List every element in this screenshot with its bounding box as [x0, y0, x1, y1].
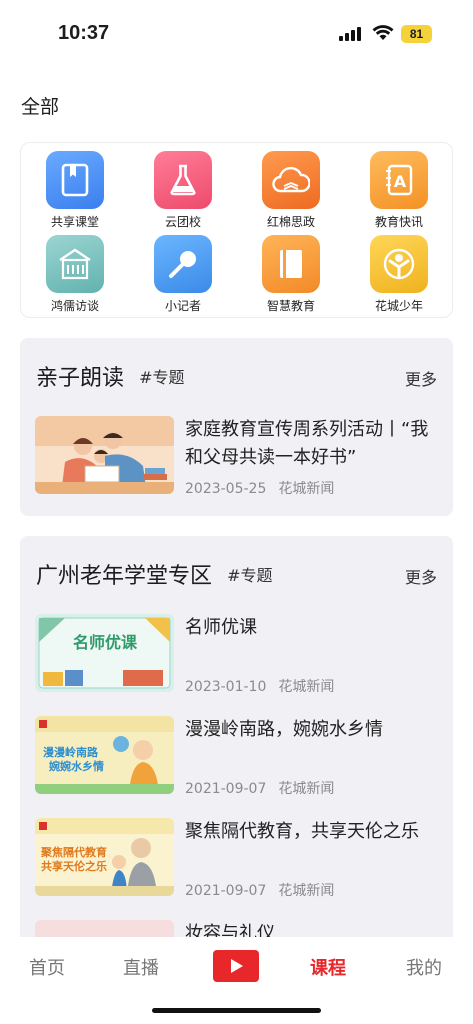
- topic-tag: #专题: [139, 368, 185, 387]
- article-thumbnail: 漫漫岭南路 婉婉水乡情: [35, 716, 174, 794]
- wifi-icon: [372, 25, 394, 40]
- news-icon: A: [370, 151, 428, 209]
- list-item[interactable]: 漫漫岭南路 婉婉水乡情 漫漫岭南路，婉婉水乡情 2021-09-07 花城新闻: [35, 716, 440, 798]
- grid-item-label: 鸿儒访谈: [50, 299, 99, 313]
- article-source: 花城新闻: [278, 481, 335, 497]
- article-date: 2023-01-10: [185, 679, 267, 695]
- article-title: 家庭教育宣传周系列活动丨“我和父母共读一本好书”: [185, 419, 429, 468]
- article-meta: 2021-09-07 花城新闻: [185, 778, 334, 798]
- article-source: 花城新闻: [278, 679, 335, 695]
- flask-icon: [154, 151, 212, 209]
- card-header: 广州老年学堂专区 #专题 更多: [36, 558, 437, 592]
- tab-course[interactable]: 课程: [310, 954, 346, 980]
- list-item[interactable]: 家庭教育宣传周系列活动丨“我和父母共读一本好书” 2023-05-25 花城新闻: [35, 416, 440, 498]
- article-source: 花城新闻: [278, 883, 335, 899]
- article-date: 2021-09-07: [185, 781, 267, 797]
- grid-item-label: 云团校: [164, 215, 201, 229]
- thumbnail-text: 聚焦隔代教育: [40, 845, 107, 859]
- topic-card-parent-child-reading: 亲子朗读 #专题 更多 家庭教育宣传周系列活动丨“我和父母共读一本好书” 202…: [20, 338, 453, 516]
- tab-live[interactable]: 直播: [123, 954, 159, 980]
- grid-item-label: 教育快讯: [374, 215, 423, 229]
- video-play-button[interactable]: [213, 950, 259, 982]
- child-icon: [370, 235, 428, 293]
- tab-mine[interactable]: 我的: [406, 954, 442, 980]
- category-grid: 共享课堂 云团校 红棉思政 A 教育快讯 鸿儒访谈 小记者 智慧教育 花城少年: [20, 142, 453, 318]
- thumbnail-text: 婉婉水乡情: [48, 759, 104, 773]
- thumbnail-text: 漫漫岭南路: [43, 745, 99, 759]
- grid-item-label: 花城少年: [374, 299, 423, 313]
- section-title: 全部: [21, 96, 60, 118]
- article-date: 2023-05-25: [185, 481, 267, 497]
- article-date: 2021-09-07: [185, 883, 267, 899]
- article-meta: 2023-05-25 花城新闻: [185, 478, 334, 498]
- article-title: 聚焦隔代教育，共享天伦之乐: [185, 821, 419, 842]
- grid-item-flower-city-youth[interactable]: 花城少年: [345, 235, 453, 317]
- grid-item-education-news[interactable]: A 教育快讯: [345, 151, 453, 233]
- thumbnail-text: 共享天伦之乐: [41, 859, 107, 873]
- article-thumbnail: 名师优课: [35, 614, 174, 692]
- status-time: 10:37: [58, 22, 110, 44]
- more-link[interactable]: 更多: [405, 564, 437, 588]
- grid-item-scholar-interview[interactable]: 鸿儒访谈: [21, 235, 129, 317]
- grid-item-label: 小记者: [164, 299, 201, 313]
- grid-item-kapok-politics[interactable]: 红棉思政: [237, 151, 345, 233]
- cellular-signal-icon: [339, 27, 361, 41]
- tab-home[interactable]: 首页: [29, 954, 65, 980]
- article-thumbnail: [35, 416, 174, 494]
- grid-item-smart-education[interactable]: 智慧教育: [237, 235, 345, 317]
- cloud-book-icon: [262, 151, 320, 209]
- grid-item-label: 共享课堂: [50, 215, 99, 229]
- play-icon: [231, 959, 243, 973]
- grid-item-young-reporter[interactable]: 小记者: [129, 235, 237, 317]
- thumbnail-text: 名师优课: [73, 633, 138, 652]
- battery-level: 81: [409, 27, 424, 41]
- microphone-icon: [154, 235, 212, 293]
- article-source: 花城新闻: [278, 781, 335, 797]
- status-bar: 10:37 81: [0, 0, 473, 64]
- closed-book-icon: [262, 235, 320, 293]
- topic-tag: #专题: [227, 566, 273, 585]
- article-meta: 2021-09-07 花城新闻: [185, 880, 334, 900]
- list-item[interactable]: 聚焦隔代教育 共享天伦之乐 聚焦隔代教育，共享天伦之乐 2021-09-07 花城…: [35, 818, 440, 900]
- article-title: 名师优课: [185, 617, 257, 638]
- grid-item-label: 红棉思政: [266, 215, 315, 229]
- topic-card-elderly-school: 广州老年学堂专区 #专题 更多 名师优课 名师优课 2023-01-10 花城新闻…: [20, 536, 453, 998]
- card-title: 亲子朗读: [36, 366, 125, 391]
- grid-item-youth-league[interactable]: 云团校: [129, 151, 237, 233]
- grid-item-label: 智慧教育: [266, 299, 315, 313]
- article-thumbnail: 聚焦隔代教育 共享天伦之乐: [35, 818, 174, 896]
- article-title: 漫漫岭南路，婉婉水乡情: [185, 719, 383, 740]
- list-item[interactable]: 名师优课 名师优课 2023-01-10 花城新闻: [35, 614, 440, 696]
- svg-text:A: A: [394, 172, 407, 191]
- building-icon: [46, 235, 104, 293]
- home-indicator: [152, 1008, 321, 1013]
- card-title: 广州老年学堂专区: [36, 564, 213, 589]
- article-meta: 2023-01-10 花城新闻: [185, 676, 334, 696]
- grid-item-shared-classroom[interactable]: 共享课堂: [21, 151, 129, 233]
- book-icon: [46, 151, 104, 209]
- battery-indicator: 81: [401, 25, 432, 43]
- more-link[interactable]: 更多: [405, 366, 437, 390]
- card-header: 亲子朗读 #专题 更多: [36, 360, 437, 394]
